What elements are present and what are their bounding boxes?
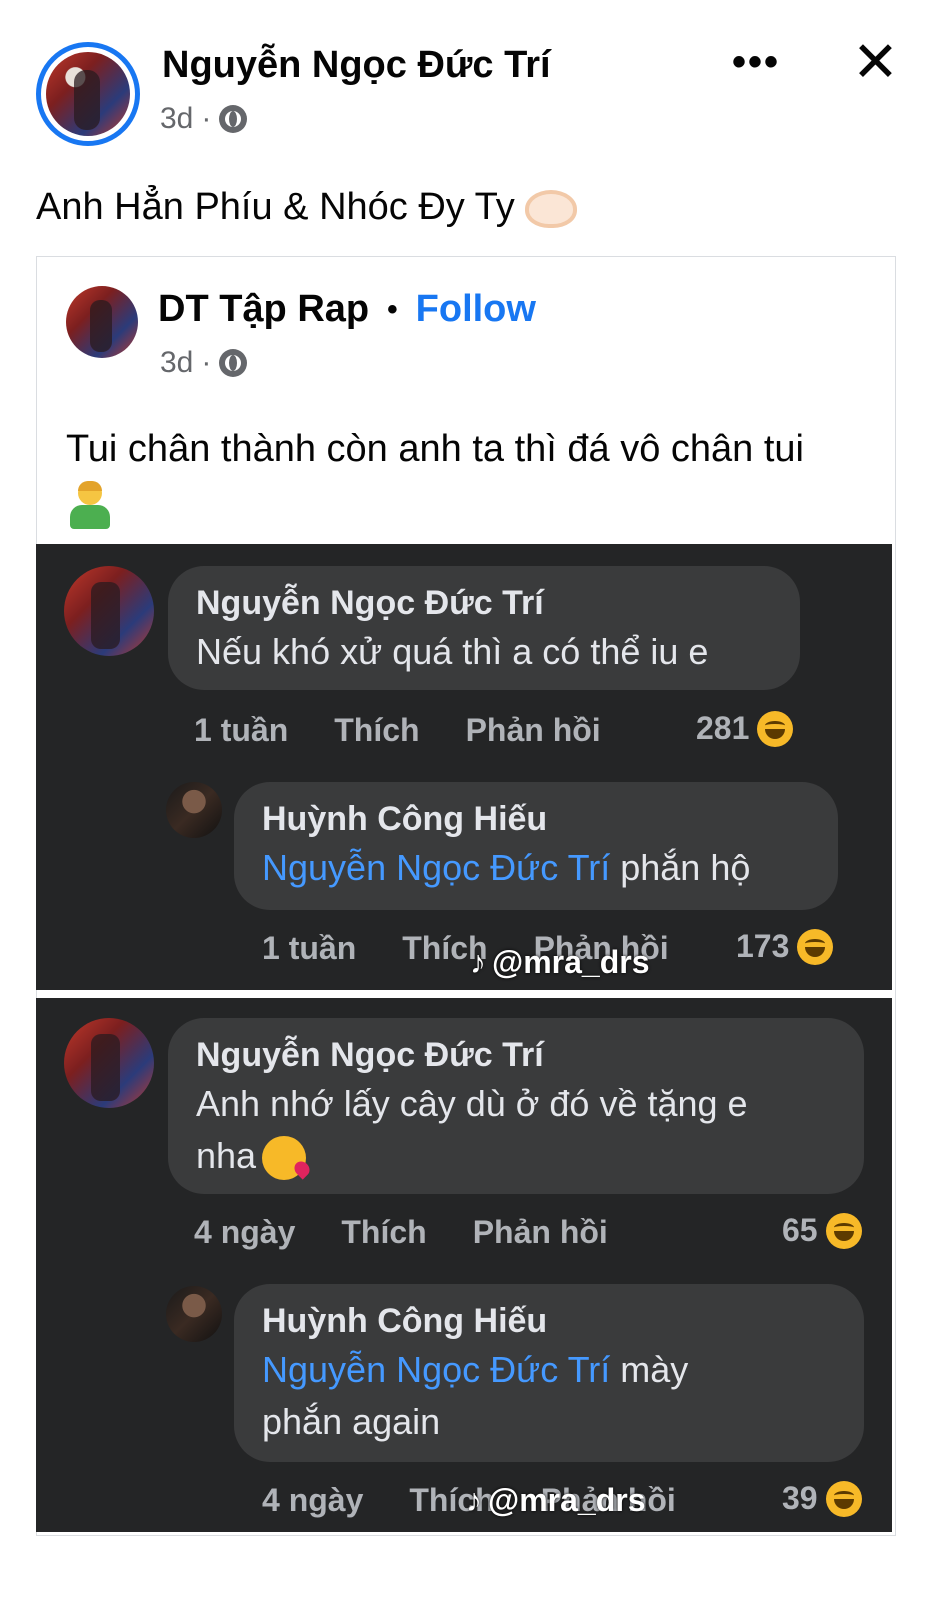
- comment-text: Nếu khó xử quá thì a có thể iu e: [196, 631, 709, 672]
- haha-reaction-icon: [757, 710, 794, 747]
- face-blowing-kiss-icon: [262, 1136, 307, 1181]
- comment-bubble: Nguyễn Ngọc Đức Trí Anh nhớ lấy cây dù ở…: [168, 1018, 864, 1194]
- reaction-count: 39: [782, 1480, 818, 1516]
- comment-reply: Phản hồi: [472, 1214, 608, 1250]
- post-meta: 3d ·: [160, 102, 248, 136]
- haha-reaction-icon: [825, 1480, 862, 1517]
- more-horizontal-icon: •••: [732, 40, 781, 84]
- comment-actions: 1 tuần Thích Phản hồi: [194, 712, 601, 749]
- shared-post-meta: 3d ·: [160, 346, 248, 380]
- reply-time: 4 ngày: [262, 1482, 364, 1518]
- reaction-count: 65: [782, 1212, 818, 1248]
- reply-author: Huỳnh Công Hiếu: [262, 1302, 548, 1340]
- comment-reply: Phản hồi: [465, 712, 601, 748]
- reply-reactions: 173: [736, 928, 834, 965]
- close-icon: ✕: [852, 30, 899, 93]
- reaction-count: 281: [696, 710, 750, 746]
- post-time[interactable]: 3d: [160, 102, 193, 136]
- comment-actions: 4 ngày Thích Phản hồi: [194, 1214, 608, 1251]
- reply-author: Huỳnh Công Hiếu: [262, 800, 548, 838]
- watermark-handle: @mra_drs: [488, 1482, 646, 1518]
- close-button[interactable]: ✕: [852, 34, 899, 90]
- meta-separator: ·: [201, 102, 212, 135]
- comment-time: 1 tuần: [194, 712, 289, 748]
- comment-like: Thích: [341, 1214, 427, 1250]
- comment-author: Nguyễn Ngọc Đức Trí: [196, 584, 544, 622]
- comment-reactions: 281: [696, 710, 794, 747]
- shared-page-avatar[interactable]: [66, 286, 138, 358]
- reply-text-line-1-content: mày: [610, 1349, 689, 1390]
- commenter-avatar: [64, 1018, 154, 1108]
- meta-separator: ·: [201, 346, 212, 379]
- reply-reactions: 39: [782, 1480, 862, 1517]
- tiktok-icon: ♪: [470, 944, 486, 980]
- reply-bubble: Huỳnh Công Hiếu Nguyễn Ngọc Đức Trí mày …: [234, 1284, 864, 1462]
- more-options-button[interactable]: •••: [732, 40, 780, 85]
- reply-bubble: Huỳnh Công Hiếu Nguyễn Ngọc Đức Trí phắn…: [234, 782, 838, 910]
- comment-like: Thích: [334, 712, 420, 748]
- comment-text-line-2: nha: [196, 1130, 836, 1182]
- replier-avatar: [166, 782, 222, 838]
- author-avatar-image: [46, 52, 130, 136]
- author-avatar[interactable]: [36, 42, 140, 146]
- commenter-avatar: [64, 566, 154, 656]
- post-text-content: Anh Hẳn Phíu & Nhóc Đy Ty: [36, 186, 515, 228]
- comment-text-line-1: Anh nhớ lấy cây dù ở đó về tặng e: [196, 1083, 748, 1124]
- globe-icon[interactable]: [219, 105, 248, 133]
- reply-text: Nguyễn Ngọc Đức Trí phắn hộ: [262, 842, 810, 894]
- reply-text-content: phắn hộ: [610, 847, 751, 888]
- reply-text-line-2: phắn again: [262, 1401, 441, 1442]
- comment-text-line-2-content: nha: [196, 1135, 257, 1176]
- watermark-handle: @mra_drs: [492, 944, 650, 980]
- haha-reaction-icon: [797, 928, 834, 965]
- globe-icon[interactable]: [219, 349, 248, 377]
- follow-button[interactable]: Follow: [416, 288, 536, 331]
- reply-mention: Nguyễn Ngọc Đức Trí: [262, 847, 611, 888]
- comment-time: 4 ngày: [194, 1214, 296, 1250]
- reaction-count: 173: [736, 928, 790, 964]
- follow-separator: •: [387, 292, 398, 326]
- haha-reaction-icon: [825, 1212, 862, 1249]
- shared-page-header: DT Tập Rap • Follow: [158, 288, 536, 331]
- comment-author: Nguyễn Ngọc Đức Trí: [196, 1036, 544, 1074]
- reply-time: 1 tuần: [262, 930, 357, 966]
- heart-hands-icon: [524, 189, 577, 228]
- tiktok-watermark: ♪ @mra_drs: [466, 1482, 646, 1519]
- comment-bubble: Nguyễn Ngọc Đức Trí Nếu khó xử quá thì a…: [168, 566, 800, 690]
- tiktok-watermark: ♪ @mra_drs: [470, 944, 650, 981]
- author-name[interactable]: Nguyễn Ngọc Đức Trí: [162, 44, 551, 87]
- reply-text-line-1: Nguyễn Ngọc Đức Trí mày: [262, 1344, 836, 1396]
- tiktok-icon: ♪: [466, 1482, 482, 1518]
- replier-avatar: [166, 1286, 222, 1342]
- shared-post-text: Tui chân thành còn anh ta thì đá vô chân…: [66, 422, 866, 530]
- shared-post-text-content: Tui chân thành còn anh ta thì đá vô chân…: [66, 428, 804, 470]
- person-shrugging-icon: [66, 480, 114, 529]
- post-text: Anh Hẳn Phíu & Nhóc Đy Ty: [36, 186, 577, 229]
- comment-reactions: 65: [782, 1212, 862, 1249]
- shared-post-time[interactable]: 3d: [160, 346, 193, 380]
- reply-mention: Nguyễn Ngọc Đức Trí: [262, 1349, 611, 1390]
- shared-page-name[interactable]: DT Tập Rap: [158, 288, 369, 331]
